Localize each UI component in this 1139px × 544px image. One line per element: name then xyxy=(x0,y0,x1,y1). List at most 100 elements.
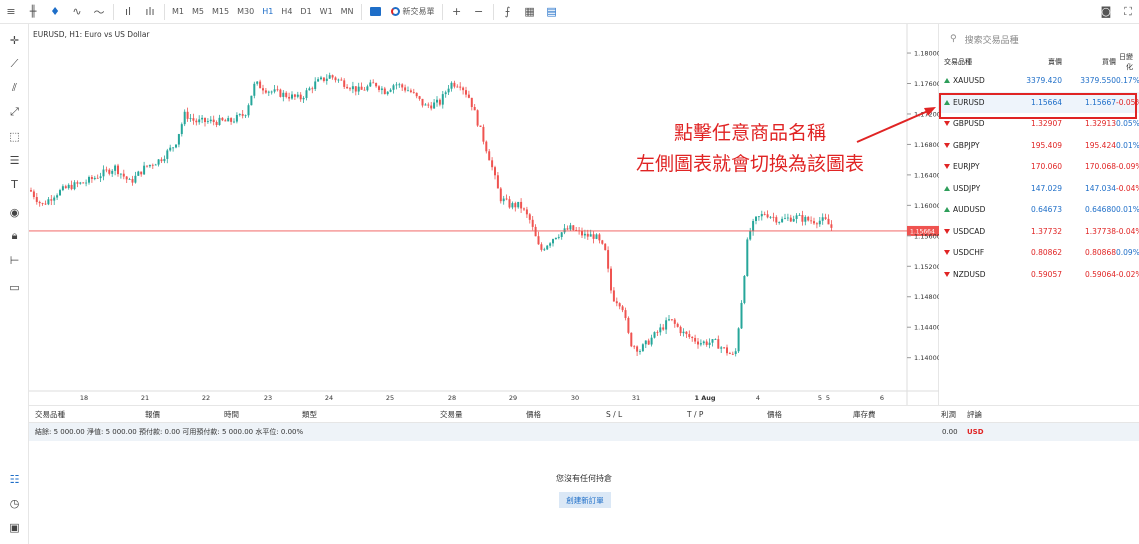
symbol-cell[interactable]: GBPUSD xyxy=(940,119,1008,128)
create-order-button[interactable]: 創建新訂單 xyxy=(559,492,611,508)
bar-chart-icon[interactable]: ╫ xyxy=(22,0,44,24)
menu-icon[interactable]: ≡ xyxy=(0,0,22,24)
symbol-name[interactable]: NZDUSD xyxy=(953,270,986,279)
candle-body xyxy=(479,125,482,127)
watchlist-row-usdcad[interactable]: USDCAD 1.37732 1.37738-0.04% xyxy=(940,221,1139,243)
hdr-ticket[interactable]: 報價 xyxy=(145,409,160,420)
fullscreen-icon[interactable]: ⛶ xyxy=(1117,0,1139,24)
search-input[interactable]: 搜索交易品種 xyxy=(965,33,1019,46)
hdr-price[interactable]: 價格 xyxy=(526,409,541,420)
hdr-comment[interactable]: 評論 xyxy=(967,409,982,420)
hdr-type[interactable]: 類型 xyxy=(302,409,317,420)
channel-icon[interactable]: ⫽ xyxy=(0,79,29,97)
symbol-name[interactable]: XAUUSD xyxy=(953,76,985,85)
watchlist-search[interactable]: ⚲ 搜索交易品種 xyxy=(940,24,1139,54)
watchlist-row-gbpjpy[interactable]: GBPJPY 195.409 195.424 0.01% xyxy=(940,135,1139,157)
symbol-cell[interactable]: AUDUSD xyxy=(940,205,1008,214)
timeframe-m30[interactable]: M30 xyxy=(233,0,258,24)
symbol-cell[interactable]: USDCHF xyxy=(940,248,1008,257)
symbol-name[interactable]: USDJPY xyxy=(953,184,980,193)
hdr-sl[interactable]: S / L xyxy=(606,410,622,419)
area-chart-icon[interactable]: ∿ xyxy=(66,0,88,24)
ray-icon[interactable]: ⤢ xyxy=(0,103,29,121)
timeframe-w1[interactable]: W1 xyxy=(316,0,337,24)
symbol-name[interactable]: AUDUSD xyxy=(953,205,985,214)
timeframe-d1[interactable]: D1 xyxy=(296,0,315,24)
hdr-price2[interactable]: 價格 xyxy=(767,409,782,420)
notes-icon[interactable]: ▤ xyxy=(541,0,563,24)
watchlist-row-audusd[interactable]: AUDUSD 0.64673 0.64680 0.01% xyxy=(940,199,1139,221)
object-tree-icon[interactable]: ⊢ xyxy=(0,251,29,269)
screenshot-icon[interactable]: ◙ xyxy=(1095,0,1117,24)
time-tick-label: 1 Aug xyxy=(694,394,715,402)
candle-body xyxy=(424,104,427,106)
candle-body xyxy=(537,236,540,245)
timeframe-m15[interactable]: M15 xyxy=(208,0,233,24)
symbol-cell[interactable]: GBPJPY xyxy=(940,141,1008,150)
symbol-cell[interactable]: NZDUSD xyxy=(940,270,1008,279)
zoom-in-button[interactable]: + xyxy=(446,0,468,24)
symbol-cell[interactable]: USDCAD xyxy=(940,227,1008,236)
candle-body xyxy=(450,82,453,89)
hdr-volume[interactable]: 交易量 xyxy=(440,409,463,420)
symbol-name[interactable]: GBPJPY xyxy=(953,141,980,150)
candle-body xyxy=(534,226,537,237)
text-icon[interactable]: T xyxy=(0,175,29,193)
fibonacci-icon[interactable]: ☰ xyxy=(0,151,29,169)
timeframe-m5[interactable]: M5 xyxy=(188,0,208,24)
trend-line-icon[interactable]: ⟋ xyxy=(0,55,29,73)
symbol-name[interactable]: USDCHF xyxy=(953,248,984,257)
tick-volume-icon[interactable]: ılı xyxy=(139,0,161,24)
one-click-trading-icon[interactable] xyxy=(365,0,387,24)
timeframe-h1[interactable]: H1 xyxy=(258,0,277,24)
hdr-profit[interactable]: 利潤 xyxy=(941,409,956,420)
hdr-swap[interactable]: 庫存費 xyxy=(853,409,876,420)
col-ask[interactable]: 買價 xyxy=(1062,57,1116,67)
calendar-icon[interactable]: ▦ xyxy=(519,0,541,24)
candle-body xyxy=(560,232,563,237)
hdr-tp[interactable]: T / P xyxy=(687,410,703,419)
col-change[interactable]: 日變化 xyxy=(1116,52,1139,72)
candle-body xyxy=(206,121,209,123)
trash-icon[interactable]: ▭ xyxy=(0,278,29,296)
symbol-name[interactable]: USDCAD xyxy=(953,227,985,236)
col-bid[interactable]: 賣價 xyxy=(1008,57,1062,67)
price-tick-label: 1.16000 xyxy=(914,202,939,210)
symbol-name[interactable]: GBPUSD xyxy=(953,119,985,128)
timeframe-h4[interactable]: H4 xyxy=(277,0,296,24)
symbol-cell[interactable]: USDJPY xyxy=(940,184,1008,193)
price-chart[interactable]: EURUSD, H1: Euro vs US Dollar 1.15664 1.… xyxy=(29,24,939,405)
hdr-time[interactable]: 時間 xyxy=(224,409,239,420)
candle-body xyxy=(325,78,328,81)
candle-body xyxy=(438,99,441,105)
new-trade-button[interactable]: 新交易單 xyxy=(387,0,439,24)
hdr-symbol[interactable]: 交易品種 xyxy=(35,409,65,420)
symbol-name[interactable]: EURJPY xyxy=(953,162,980,171)
lock-icon[interactable]: 🔒︎ xyxy=(0,227,29,245)
candle-body xyxy=(647,340,650,345)
line-chart-icon[interactable]: 〜 xyxy=(88,0,110,24)
watchlist-row-usdchf[interactable]: USDCHF 0.80862 0.80868 0.09% xyxy=(940,242,1139,264)
candlestick-icon[interactable]: ♦ xyxy=(44,0,66,24)
zoom-out-button[interactable]: − xyxy=(468,0,490,24)
history-icon[interactable]: ◷ xyxy=(0,494,29,512)
watchlist-row-usdjpy[interactable]: USDJPY 147.029 147.034-0.04% xyxy=(940,178,1139,200)
watchlist-row-xauusd[interactable]: XAUUSD 3379.420 3379.550 0.17% xyxy=(940,70,1139,92)
price-tick-label: 1.14000 xyxy=(914,354,939,362)
symbol-cell[interactable]: EURJPY xyxy=(940,162,1008,171)
journal-icon[interactable]: ▣ xyxy=(0,518,29,536)
timeframe-m1[interactable]: M1 xyxy=(168,0,188,24)
rectangle-icon[interactable]: ⬚ xyxy=(0,127,29,145)
watchlist-row-nzdusd[interactable]: NZDUSD 0.59057 0.59064-0.02% xyxy=(940,264,1139,286)
timeframe-mn[interactable]: MN xyxy=(337,0,358,24)
eye-icon[interactable]: ◉ xyxy=(0,203,29,221)
watchlist-row-eurjpy[interactable]: EURJPY 170.060 170.068-0.09% xyxy=(940,156,1139,178)
volume-icon[interactable]: ıl xyxy=(117,0,139,24)
candle-body xyxy=(665,320,668,330)
trade-list-icon[interactable]: ☷ xyxy=(0,470,29,488)
indicators-icon[interactable]: ⨍ xyxy=(497,0,519,24)
symbol-cell[interactable]: XAUUSD xyxy=(940,76,1008,85)
candle-body xyxy=(264,90,267,93)
crosshair-icon[interactable]: ✛ xyxy=(0,31,29,49)
col-symbol[interactable]: 交易品種 xyxy=(940,57,1008,67)
